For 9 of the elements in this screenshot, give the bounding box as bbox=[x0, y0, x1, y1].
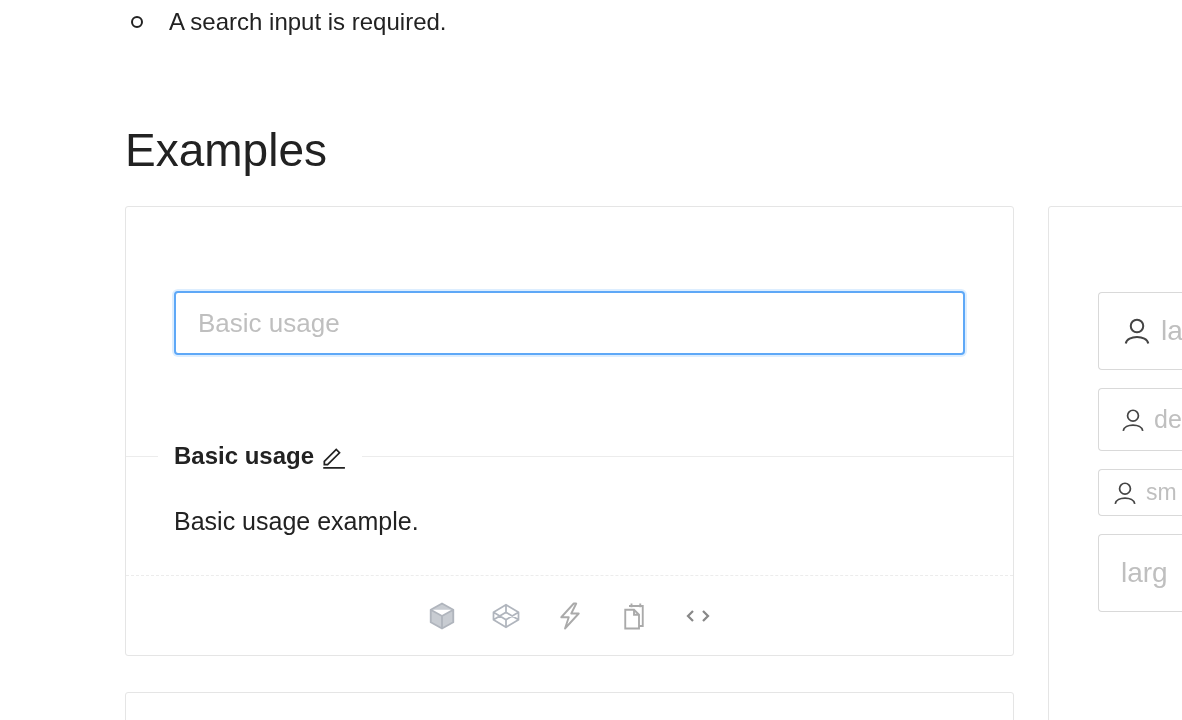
example-title: Basic usage bbox=[174, 441, 315, 471]
section-heading: Examples bbox=[125, 124, 328, 176]
text-field[interactable]: la bbox=[1098, 292, 1182, 370]
requirement-text: A search input is required. bbox=[169, 8, 447, 36]
text-field[interactable]: sm bbox=[1098, 469, 1182, 516]
search-field[interactable]: Basic usage bbox=[174, 291, 965, 355]
example-description: Basic usage example. bbox=[174, 507, 420, 536]
text-field[interactable]: de bbox=[1098, 388, 1182, 451]
text-field[interactable]: larg bbox=[1098, 534, 1182, 612]
